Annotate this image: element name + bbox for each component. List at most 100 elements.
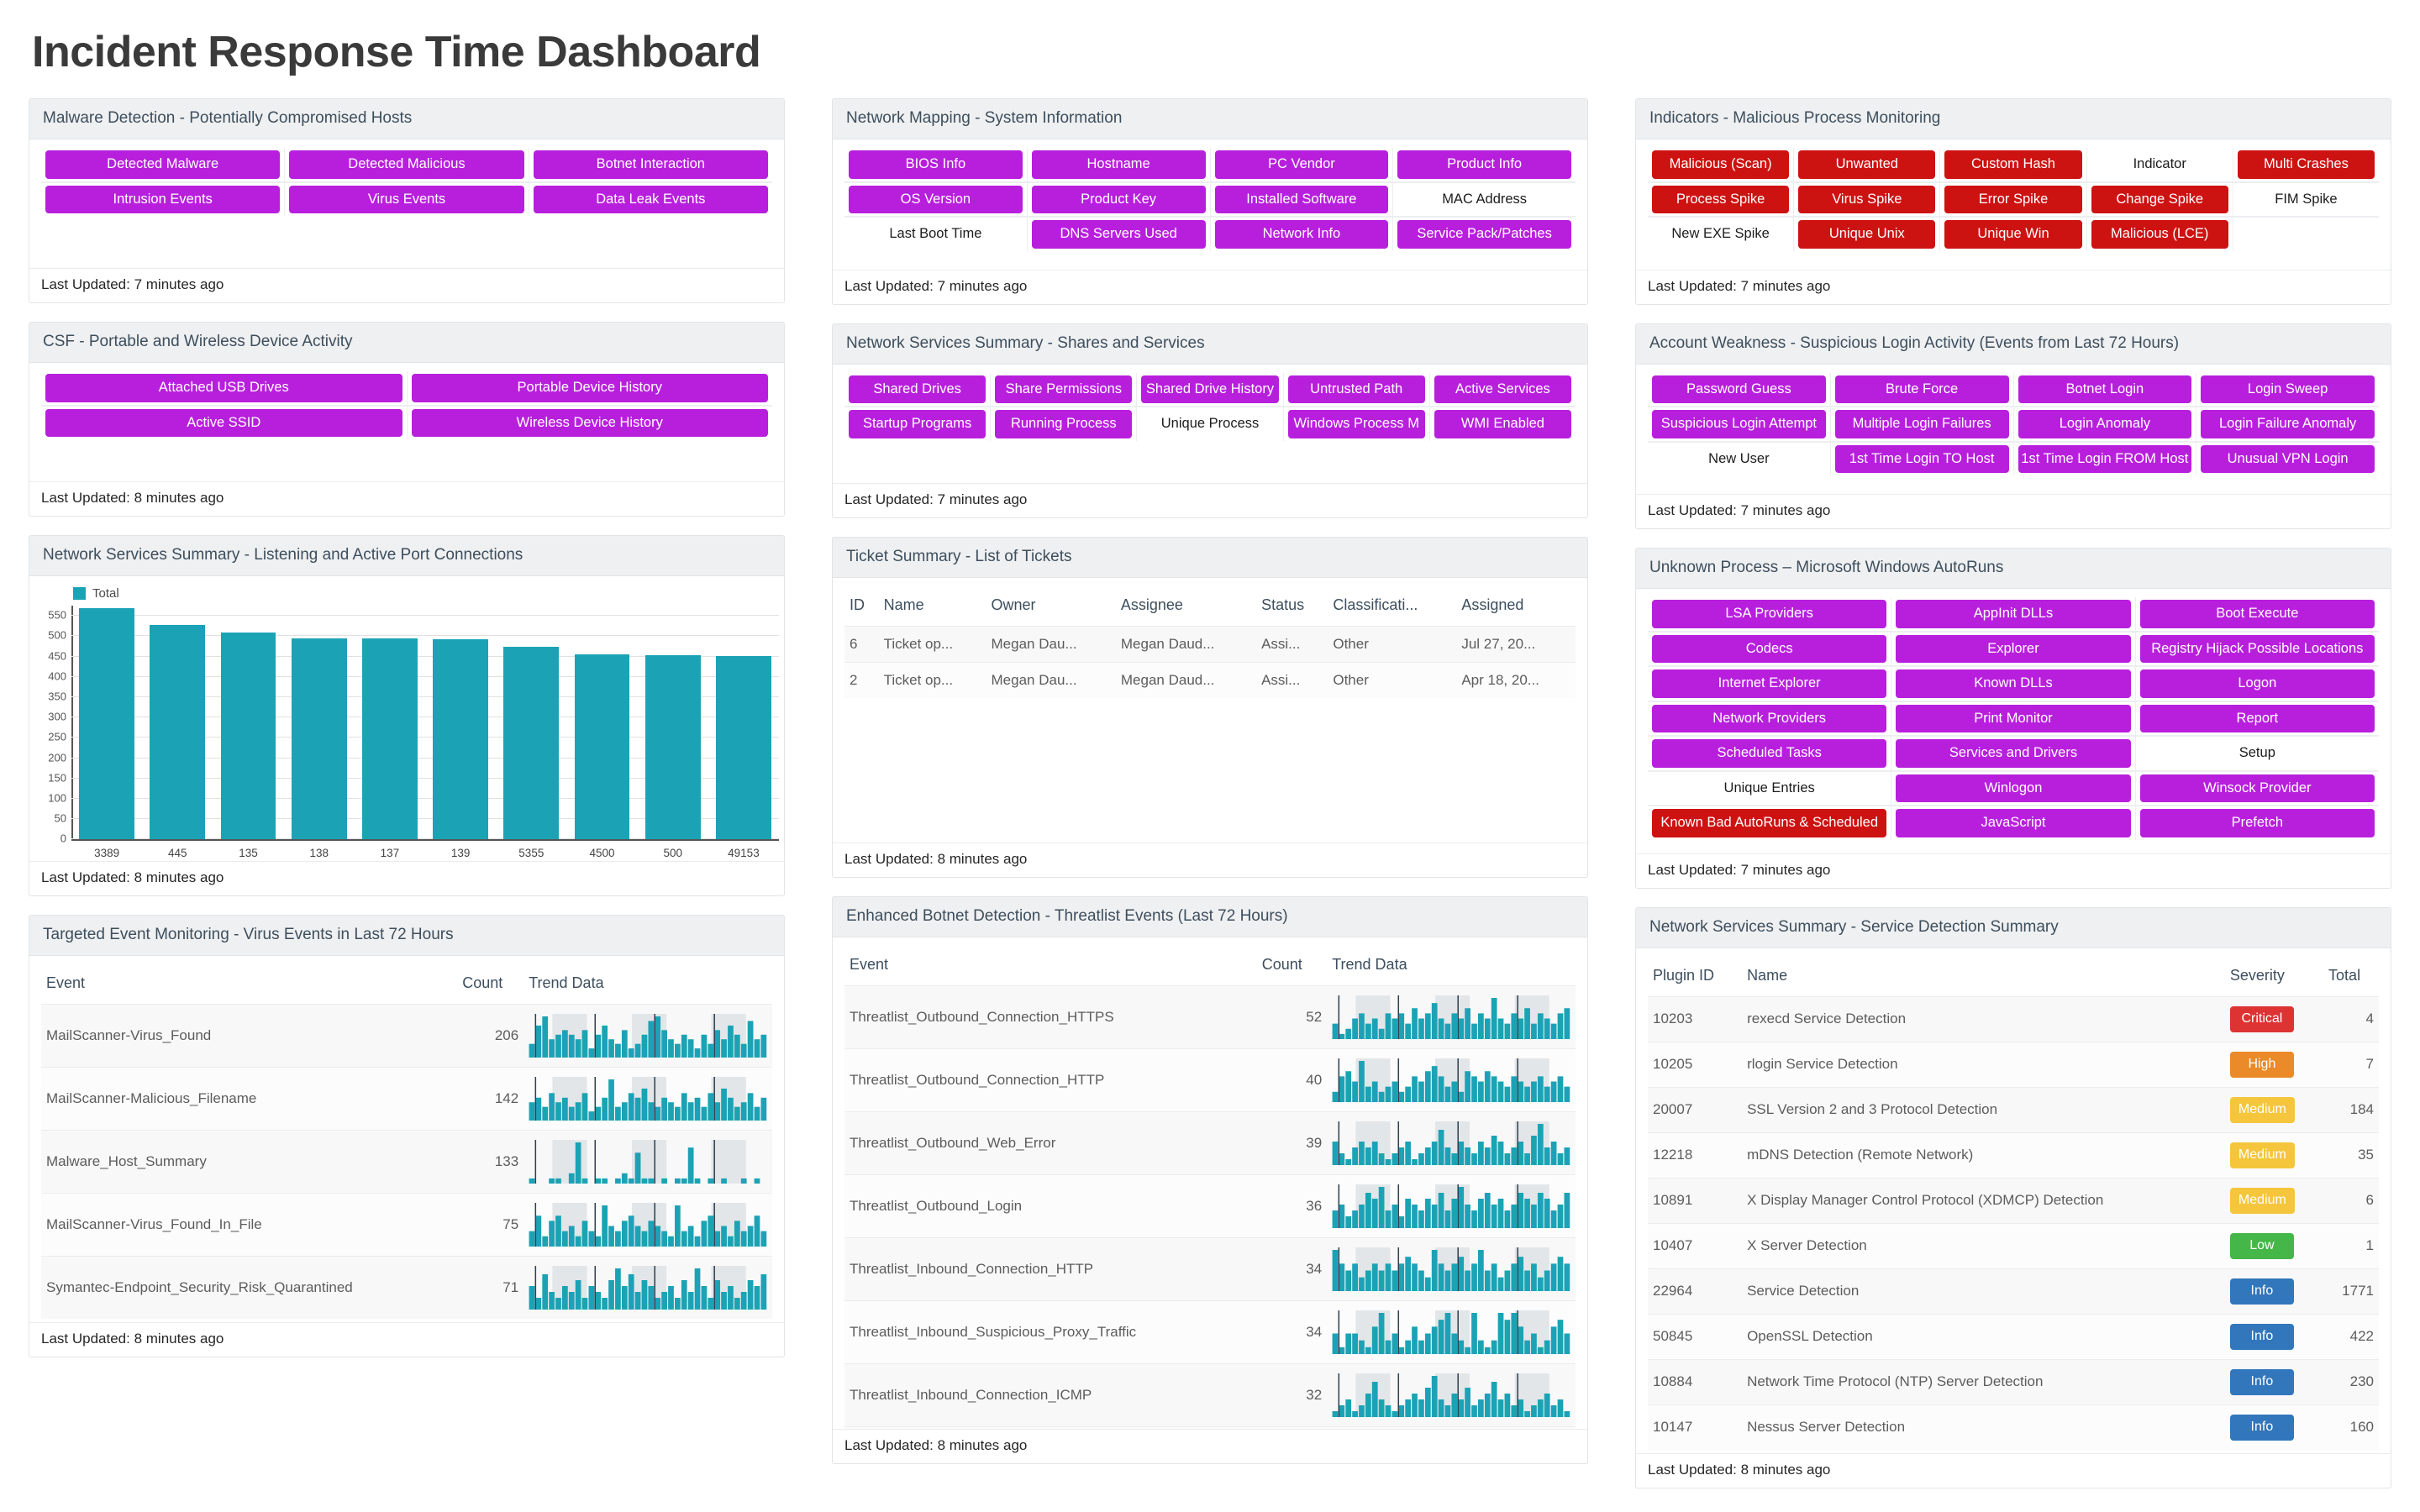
chip-button[interactable]: Malicious (Scan) bbox=[1652, 150, 1790, 179]
chip-button[interactable]: Unique Win bbox=[1944, 220, 2082, 249]
table-row[interactable]: 50845 OpenSSL Detection Info 422 bbox=[1648, 1313, 2379, 1360]
chip-button[interactable]: PC Vendor bbox=[1214, 150, 1389, 179]
bar-cell[interactable] bbox=[71, 606, 142, 840]
table-row[interactable]: 20007 SSL Version 2 and 3 Protocol Detect… bbox=[1648, 1086, 2379, 1133]
table-row[interactable]: Threatlist_Outbound_Web_Error 39 bbox=[844, 1110, 1576, 1175]
bar-cell[interactable] bbox=[638, 606, 708, 840]
chip-button[interactable]: Malicious (LCE) bbox=[2091, 220, 2228, 249]
column-header[interactable]: ID bbox=[844, 586, 879, 627]
chip-button[interactable]: Intrusion Events bbox=[45, 185, 281, 214]
column-header[interactable]: Assignee bbox=[1116, 586, 1256, 627]
column-header-event[interactable]: Event bbox=[844, 946, 1257, 986]
chip-button[interactable]: Internet Explorer bbox=[1652, 669, 1887, 698]
chip-button[interactable]: Wireless Device History bbox=[411, 408, 768, 438]
chip-button[interactable]: Brute Force bbox=[1834, 375, 2009, 404]
status-badge[interactable]: Info bbox=[2229, 1278, 2294, 1305]
chip-button[interactable]: Unique Unix bbox=[1798, 220, 1936, 249]
chip-button[interactable]: Logon bbox=[2139, 669, 2375, 698]
chip-button[interactable]: Product Key bbox=[1031, 185, 1206, 214]
chip-button[interactable]: Detected Malware bbox=[45, 150, 281, 179]
chip-button[interactable]: LSA Providers bbox=[1652, 600, 1887, 628]
column-header[interactable]: Status bbox=[1256, 586, 1328, 627]
table-row[interactable]: 10203 rexecd Service Detection Critical 4 bbox=[1648, 995, 2379, 1042]
status-badge[interactable]: Info bbox=[2229, 1323, 2294, 1350]
chip-button[interactable]: Detected Malicious bbox=[289, 150, 524, 179]
chip-button[interactable]: Multiple Login Failures bbox=[1834, 410, 2009, 438]
chip-button[interactable]: Boot Execute bbox=[2139, 600, 2375, 628]
chip-button[interactable]: Error Spike bbox=[1944, 185, 2082, 214]
bar[interactable] bbox=[644, 655, 701, 840]
column-header-severity[interactable]: Severity bbox=[2225, 957, 2323, 997]
table-row[interactable]: 10205 rlogin Service Detection High 7 bbox=[1648, 1041, 2379, 1088]
column-header[interactable]: Name bbox=[879, 586, 986, 627]
status-badge[interactable]: Medium bbox=[2229, 1096, 2295, 1123]
chip-button[interactable]: BIOS Info bbox=[849, 150, 1023, 179]
chip-button[interactable]: AppInit DLLs bbox=[1896, 600, 2131, 628]
chip-button[interactable]: Process Spike bbox=[1652, 185, 1790, 214]
chip-button[interactable]: Network Providers bbox=[1652, 704, 1887, 733]
chip-button[interactable]: Last Boot Time bbox=[849, 220, 1023, 249]
table-row[interactable]: MailScanner-Virus_Found_In_File 75 bbox=[41, 1193, 772, 1257]
chip-button[interactable]: Explorer bbox=[1896, 634, 2131, 664]
chip-button[interactable]: Report bbox=[2139, 704, 2375, 733]
column-header-count[interactable]: Count bbox=[1257, 946, 1327, 986]
chip-button[interactable]: Portable Device History bbox=[411, 374, 768, 402]
bar[interactable] bbox=[291, 638, 347, 840]
bar[interactable] bbox=[79, 607, 134, 840]
chip-button[interactable]: Scheduled Tasks bbox=[1652, 739, 1887, 768]
table-row[interactable]: Threatlist_Inbound_Connection_HTTP 34 bbox=[844, 1236, 1576, 1301]
chip-button[interactable]: Shared Drive History bbox=[1141, 375, 1279, 404]
chip-button[interactable]: Product Info bbox=[1397, 150, 1571, 179]
column-header-event[interactable]: Event bbox=[41, 964, 457, 1005]
table-row[interactable]: MailScanner-Virus_Found 206 bbox=[41, 1004, 772, 1068]
column-header-name[interactable]: Name bbox=[1742, 957, 2225, 997]
bar-cell[interactable] bbox=[496, 606, 566, 840]
bar-cell[interactable] bbox=[213, 606, 283, 840]
column-header-trend[interactable]: Trend Data bbox=[523, 964, 772, 1005]
chip-button[interactable]: Hostname bbox=[1031, 150, 1206, 179]
status-badge[interactable]: Medium bbox=[2229, 1187, 2295, 1214]
chip-button[interactable]: Indicator bbox=[2091, 150, 2228, 179]
chip-button[interactable]: WMI Enabled bbox=[1434, 410, 1572, 438]
chip-button[interactable]: Multi Crashes bbox=[2237, 150, 2375, 179]
chip-button[interactable]: Services and Drivers bbox=[1896, 739, 2131, 768]
chip-button[interactable]: New EXE Spike bbox=[1652, 220, 1789, 249]
chip-button[interactable]: Shared Drives bbox=[849, 375, 986, 404]
chip-button[interactable]: Botnet Interaction bbox=[533, 150, 768, 179]
table-row[interactable]: MailScanner-Malicious_Filename 142 bbox=[41, 1067, 772, 1131]
bar[interactable] bbox=[503, 647, 560, 840]
status-badge[interactable]: Info bbox=[2229, 1414, 2294, 1441]
chip-button[interactable]: Active SSID bbox=[45, 408, 402, 438]
chip-button[interactable]: Login Failure Anomaly bbox=[2201, 410, 2375, 438]
table-row[interactable]: 22964 Service Detection Info 1771 bbox=[1648, 1268, 2379, 1315]
bar[interactable] bbox=[362, 638, 418, 840]
column-header-plugin-id[interactable]: Plugin ID bbox=[1648, 957, 1742, 997]
table-row[interactable]: 12218 mDNS Detection (Remote Network) Medi… bbox=[1648, 1131, 2379, 1179]
chip-button[interactable]: Unique Process bbox=[1141, 410, 1278, 438]
bar-cell[interactable] bbox=[708, 606, 779, 840]
status-badge[interactable]: Low bbox=[2229, 1232, 2294, 1259]
bar-cell[interactable] bbox=[425, 606, 496, 840]
chip-button[interactable]: Service Pack/Patches bbox=[1397, 220, 1571, 249]
table-row[interactable]: 6 Ticket op... Megan Dau... Megan Daud... As… bbox=[844, 625, 1576, 663]
chip-button[interactable]: Login Sweep bbox=[2201, 375, 2375, 404]
chip-button[interactable]: New User bbox=[1652, 445, 1826, 474]
status-badge[interactable]: High bbox=[2229, 1051, 2294, 1078]
chip-button[interactable]: Windows Process M bbox=[1287, 410, 1425, 438]
table-row[interactable]: 2 Ticket op... Megan Dau... Megan Daud... As… bbox=[844, 661, 1576, 698]
chip-button[interactable]: Data Leak Events bbox=[533, 185, 768, 214]
chip-button[interactable]: Prefetch bbox=[2139, 809, 2375, 837]
table-row[interactable]: Threatlist_Outbound_Connection_HTTPS 52 bbox=[844, 984, 1576, 1049]
chip-button[interactable]: Password Guess bbox=[1652, 375, 1826, 404]
chip-button[interactable]: Running Process bbox=[995, 410, 1133, 438]
chip-button[interactable]: Active Services bbox=[1434, 375, 1572, 404]
chip-button[interactable]: Setup bbox=[2140, 739, 2375, 768]
chip-button[interactable]: Change Spike bbox=[2091, 185, 2228, 214]
chip-button[interactable]: Startup Programs bbox=[849, 410, 986, 438]
column-header[interactable]: Assigned bbox=[1456, 586, 1576, 627]
bar-cell[interactable] bbox=[566, 606, 637, 840]
table-row[interactable]: 10884 Network Time Protocol (NTP) Server … bbox=[1648, 1358, 2379, 1405]
chip-button[interactable]: Print Monitor bbox=[1896, 704, 2131, 733]
chip-button[interactable]: Codecs bbox=[1652, 634, 1887, 664]
table-row[interactable]: Threatlist_Outbound_Login 36 bbox=[844, 1173, 1576, 1238]
